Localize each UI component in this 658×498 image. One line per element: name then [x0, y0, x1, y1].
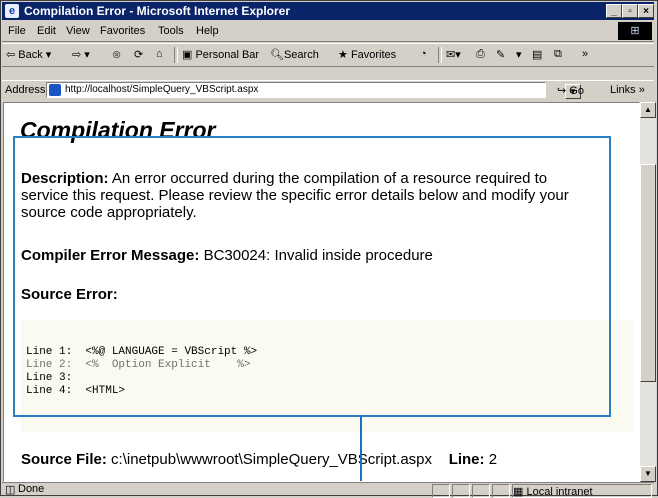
- page-content[interactable]: Compilation Error Description: An error …: [3, 102, 640, 482]
- search-label: Search: [283, 49, 319, 61]
- menu-file[interactable]: File: [8, 25, 26, 37]
- menu-bar: File Edit View Favorites Tools Help ⊞: [2, 21, 654, 42]
- personal-bar-button[interactable]: ▣ Personal Bar: [182, 48, 259, 61]
- chevron-icon[interactable]: »: [582, 48, 588, 60]
- toolbar-separator: [438, 47, 442, 63]
- minimize-button[interactable]: _: [606, 4, 622, 18]
- menu-view[interactable]: View: [66, 25, 90, 37]
- ie-logo-icon: e: [5, 4, 19, 18]
- menu-edit[interactable]: Edit: [37, 25, 56, 37]
- research-icon[interactable]: ⧉: [554, 48, 562, 61]
- personal-bar-icon: ▣: [182, 49, 193, 61]
- print-icon[interactable]: ⎙: [476, 48, 485, 61]
- scrollbar-thumb[interactable]: [640, 164, 656, 382]
- mail-icon[interactable]: ✉▾: [446, 48, 461, 61]
- address-label: Address: [5, 84, 46, 96]
- discuss-icon[interactable]: ▾: [516, 48, 522, 61]
- go-arrow-icon: ↪: [557, 85, 567, 97]
- standard-toolbar: ⇦ Back ▾ ⇨ ▾ ⊗ ⟳ ⌂ ▣ Personal Bar 🔍︎Sear…: [2, 43, 654, 67]
- address-bar: Address http://localhost/SimpleQuery_VBS…: [2, 80, 654, 101]
- callout-box: [13, 136, 611, 417]
- source-file-path: c:\inetpub\wwwroot\SimpleQuery_VBScript.…: [111, 451, 433, 468]
- source-file-block: Source File: c:\inetpub\wwwroot\SimpleQu…: [21, 451, 497, 468]
- go-label: Go: [569, 85, 584, 97]
- favorites-icon: ★: [338, 49, 348, 61]
- scroll-down-button[interactable]: ▼: [640, 466, 656, 482]
- back-button[interactable]: ⇦ Back ▾: [6, 48, 51, 61]
- close-button[interactable]: ×: [638, 4, 654, 18]
- status-page-icon: ◫: [5, 484, 16, 496]
- windows-logo-icon: ⊞: [618, 22, 652, 40]
- status-text: Done: [18, 483, 45, 495]
- toolbar-separator: [174, 47, 178, 63]
- links-button[interactable]: Links »: [610, 84, 645, 96]
- stop-icon[interactable]: ⊗: [112, 48, 121, 61]
- address-url: http://localhost/SimpleQuery_VBScript.as…: [65, 84, 259, 95]
- vertical-scrollbar[interactable]: ▲ ▼: [640, 102, 656, 482]
- go-button[interactable]: ↪ Go: [557, 84, 584, 97]
- source-file-label: Source File:: [21, 451, 107, 468]
- title-bar[interactable]: e Compilation Error - Microsoft Internet…: [2, 2, 654, 20]
- favorites-label: Favorites: [350, 49, 397, 61]
- window-title: Compilation Error - Microsoft Internet E…: [24, 4, 291, 18]
- refresh-icon[interactable]: ⟳: [134, 48, 143, 61]
- status-bar: ◫ Done ▦ Local intranet: [2, 482, 654, 498]
- history-icon[interactable]: ◔: [420, 48, 427, 60]
- address-input[interactable]: http://localhost/SimpleQuery_VBScript.as…: [46, 82, 581, 99]
- links-label: Links: [610, 84, 636, 96]
- back-arrow-icon: ⇦: [6, 49, 16, 61]
- menu-tools[interactable]: Tools: [158, 25, 184, 37]
- callout-line: [360, 415, 362, 481]
- maximize-button[interactable]: ▫: [622, 4, 638, 18]
- intranet-icon: ▦: [513, 486, 524, 498]
- scroll-up-button[interactable]: ▲: [640, 102, 656, 118]
- personal-bar-label: Personal Bar: [195, 49, 260, 61]
- back-label: Back: [18, 49, 43, 61]
- browser-window: e Compilation Error - Microsoft Internet…: [0, 0, 658, 498]
- forward-button[interactable]: ⇨ ▾: [72, 48, 90, 61]
- home-icon[interactable]: ⌂: [156, 48, 163, 60]
- menu-help[interactable]: Help: [196, 25, 219, 37]
- search-icon: 🔍︎: [270, 49, 284, 61]
- edit-icon[interactable]: ✎: [496, 48, 505, 61]
- line-number: 2: [488, 451, 498, 468]
- favorites-button[interactable]: ★ Favorites: [338, 48, 396, 61]
- search-button[interactable]: 🔍︎Search: [270, 48, 319, 61]
- page-icon: [49, 84, 61, 96]
- menu-favorites[interactable]: Favorites: [100, 25, 145, 37]
- messenger-icon[interactable]: ▤: [532, 48, 542, 61]
- line-label: Line:: [448, 451, 485, 468]
- zone-label: Local intranet: [526, 486, 593, 498]
